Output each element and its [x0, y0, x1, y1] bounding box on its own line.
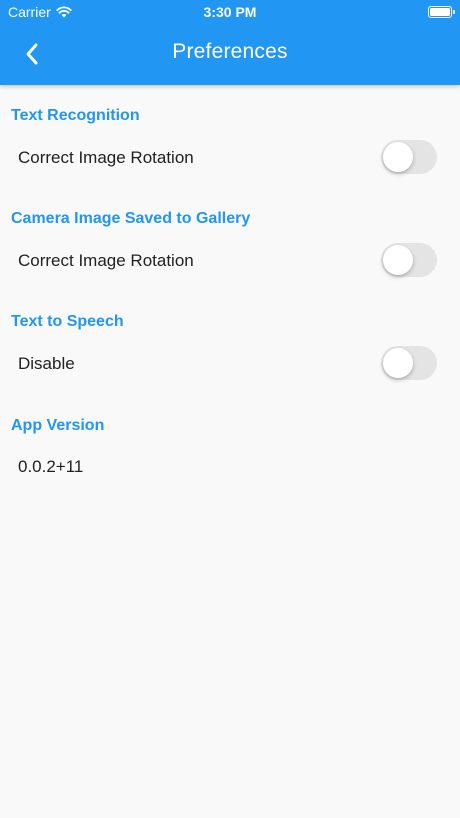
section-header-text-recognition: Text Recognition	[11, 107, 140, 124]
toggle-knob	[383, 245, 413, 275]
battery-icon	[428, 6, 455, 18]
page-title: Preferences	[172, 40, 288, 63]
row-label-text-to-speech-disable: Disable	[18, 354, 75, 373]
toggle-text-recognition-rotation[interactable]	[381, 140, 437, 174]
section-header-camera-gallery: Camera Image Saved to Gallery	[11, 210, 251, 227]
status-time: 3:30 PM	[203, 4, 257, 20]
section-header-app-version: App Version	[11, 417, 105, 434]
app-bar: Carrier 3:30 PM Preferences	[0, 0, 460, 85]
status-bar: Carrier 3:30 PM	[0, 0, 460, 24]
toggle-knob	[383, 142, 413, 172]
row-label-camera-gallery-rotation: Correct Image Rotation	[18, 251, 194, 270]
app-version-value: 0.0.2+11	[18, 457, 84, 476]
toggle-text-to-speech-disable[interactable]	[381, 346, 437, 380]
toggle-camera-gallery-rotation[interactable]	[381, 243, 437, 277]
section-header-text-to-speech: Text to Speech	[11, 313, 124, 330]
toggle-knob	[383, 348, 413, 378]
row-label-text-recognition-rotation: Correct Image Rotation	[18, 148, 194, 167]
battery-level	[430, 8, 450, 16]
